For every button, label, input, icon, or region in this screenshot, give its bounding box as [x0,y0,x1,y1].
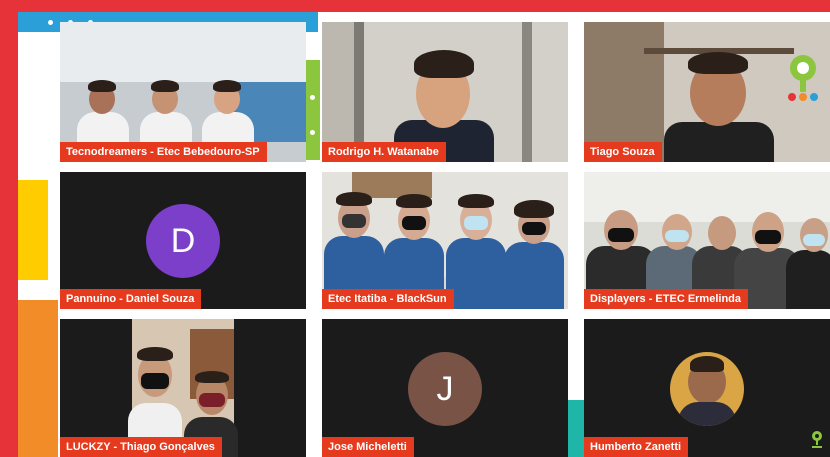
participant-name: Tecnodreamers - Etec Bebedouro-SP [60,142,267,162]
decoration-dot [48,20,53,25]
participant-name: Humberto Zanetti [584,437,689,457]
ifsp-logo-icon [812,431,822,448]
participant-tile[interactable]: Tiago Souza [584,22,830,162]
decoration-dot [48,240,53,245]
participant-name: Jose Micheletti [322,437,414,457]
participant-name: Tiago Souza [584,142,662,162]
participant-tile[interactable]: J Jose Micheletti [322,319,568,457]
participant-name: Displayers - ETEC Ermelinda [584,289,748,309]
participant-tile[interactable]: D Pannuino - Daniel Souza [60,172,306,309]
decoration-dot [48,200,53,205]
participant-tile[interactable]: LUCKZY - Thiago Gonçalves [60,319,306,457]
video-grid: Tecnodreamers - Etec Bebedouro-SP Rodrig… [58,18,830,457]
participant-avatar: D [146,204,220,278]
participant-tile[interactable]: Displayers - ETEC Ermelinda [584,172,830,309]
decoration-yellow [18,180,48,280]
decoration-orange [18,300,58,457]
participant-tile[interactable]: Tecnodreamers - Etec Bebedouro-SP [60,22,306,162]
participant-name: Etec Itatiba - BlackSun [322,289,454,309]
ifsp-logo-icon [788,55,818,101]
participant-name: Pannuino - Daniel Souza [60,289,202,309]
participant-tile[interactable]: Humberto Zanetti [584,319,830,457]
participant-photo-avatar [670,352,744,426]
participant-avatar: J [408,352,482,426]
participant-tile[interactable]: Rodrigo H. Watanabe [322,22,568,162]
participant-name: Rodrigo H. Watanabe [322,142,446,162]
participant-tile[interactable]: Etec Itatiba - BlackSun [322,172,568,309]
participant-name: LUCKZY - Thiago Gonçalves [60,437,222,457]
